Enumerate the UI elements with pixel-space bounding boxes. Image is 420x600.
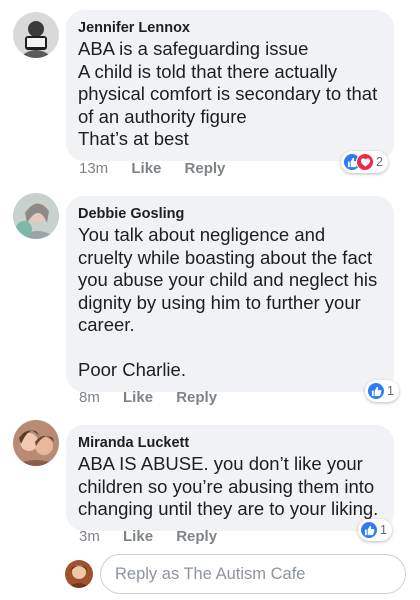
like-icon	[367, 382, 385, 400]
avatar[interactable]	[13, 193, 59, 239]
like-button[interactable]: Like	[123, 528, 153, 545]
reaction-summary[interactable]: 1	[358, 519, 392, 541]
reaction-count: 1	[380, 523, 387, 537]
reaction-count: 2	[376, 155, 383, 169]
comment-bubble: Debbie Gosling You talk about negligence…	[66, 196, 394, 392]
reply-button[interactable]: Reply	[176, 389, 217, 406]
reaction-summary[interactable]: 2	[341, 151, 388, 173]
avatar[interactable]	[13, 420, 59, 466]
reaction-summary[interactable]: 1	[365, 380, 399, 402]
comment-text: ABA is a safeguarding issue A child is t…	[78, 38, 378, 149]
comment-author[interactable]: Jennifer Lennox	[78, 18, 382, 38]
reaction-count: 1	[387, 384, 394, 398]
comment-meta: 3m Like Reply	[79, 528, 236, 545]
comment-text: ABA IS ABUSE. you don’t like your childr…	[78, 453, 379, 519]
reply-row	[0, 554, 420, 594]
comment-meta: 13m Like Reply	[79, 160, 244, 177]
comment-time: 3m	[79, 528, 100, 545]
comment-meta: 8m Like Reply	[79, 389, 236, 406]
comment-author[interactable]: Debbie Gosling	[78, 204, 382, 224]
comment-bubble: Jennifer Lennox ABA is a safeguarding is…	[66, 10, 394, 161]
like-button[interactable]: Like	[131, 160, 161, 177]
love-icon	[356, 153, 374, 171]
comment-text: You talk about negligence and cruelty wh…	[78, 224, 378, 380]
avatar[interactable]	[65, 560, 93, 588]
reply-input[interactable]	[100, 554, 406, 594]
comment-bubble: Miranda Luckett ABA IS ABUSE. you don’t …	[66, 425, 394, 531]
comment-time: 13m	[79, 160, 109, 177]
reply-button[interactable]: Reply	[185, 160, 226, 177]
comment-author[interactable]: Miranda Luckett	[78, 433, 382, 453]
avatar[interactable]	[13, 12, 59, 58]
reply-button[interactable]: Reply	[176, 528, 217, 545]
like-button[interactable]: Like	[123, 389, 153, 406]
comment-time: 8m	[79, 389, 100, 406]
like-icon	[360, 521, 378, 539]
